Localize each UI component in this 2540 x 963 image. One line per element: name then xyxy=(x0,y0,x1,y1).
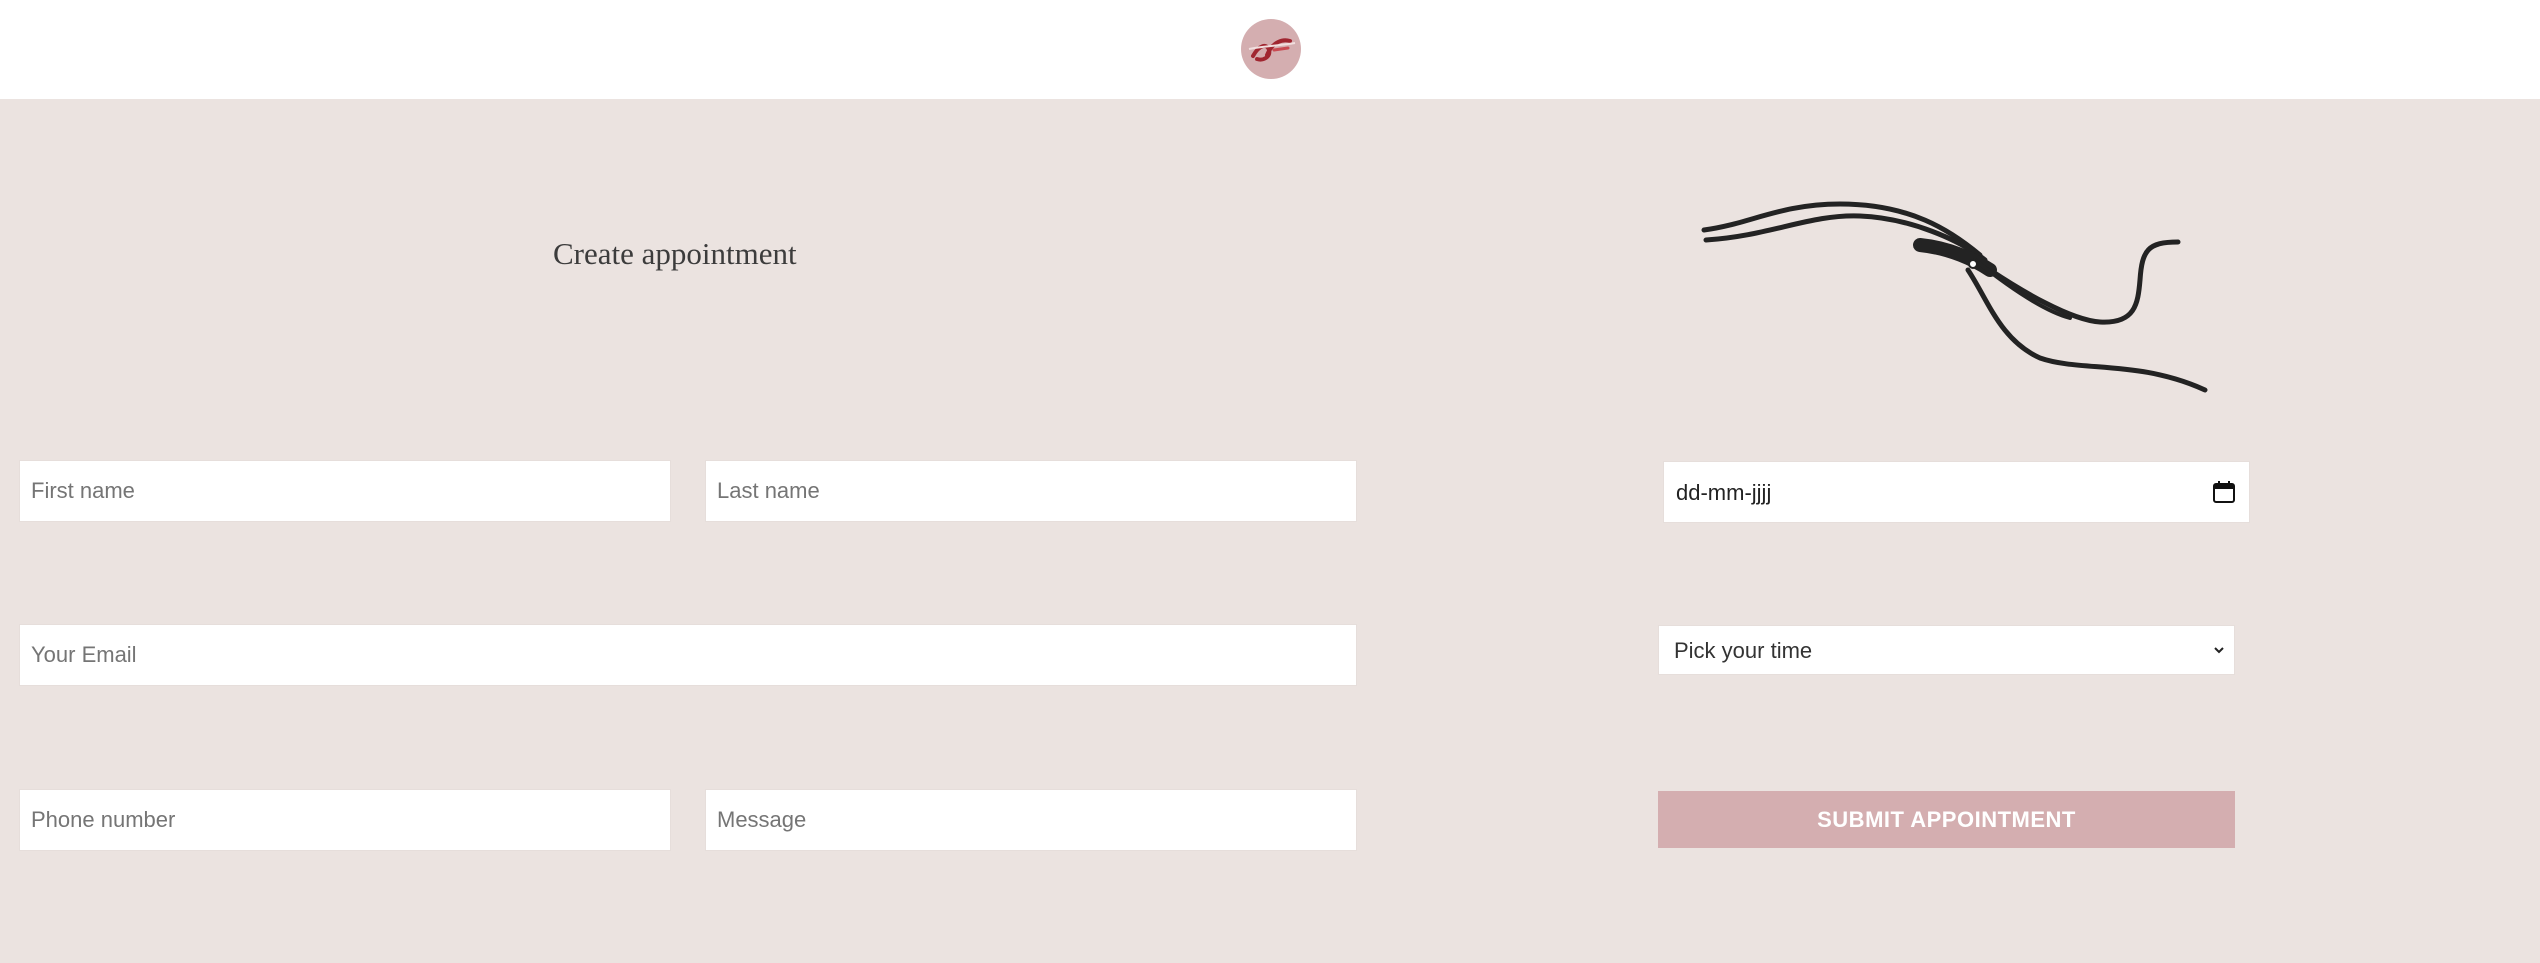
page-title: Create appointment xyxy=(553,236,797,271)
date-value: dd-mm-jjjj xyxy=(1676,480,1772,505)
brand-logo-icon[interactable] xyxy=(1241,19,1301,79)
time-select[interactable]: Pick your time xyxy=(1658,625,2235,675)
first-name-field[interactable] xyxy=(19,460,671,522)
time-select-value: Pick your time xyxy=(1674,638,1813,663)
email-field[interactable] xyxy=(19,624,1357,686)
last-name-field[interactable] xyxy=(705,460,1357,522)
phone-field[interactable] xyxy=(19,789,671,851)
calendar-icon[interactable] xyxy=(2212,480,2236,504)
site-header xyxy=(0,0,2540,99)
hair-strand-illustration xyxy=(1701,201,2208,393)
chevron-down-icon xyxy=(2214,647,2224,654)
submit-appointment-button[interactable]: SUBMIT APPOINTMENT xyxy=(1658,791,2235,848)
message-field[interactable] xyxy=(705,789,1357,851)
date-field[interactable]: dd-mm-jjjj xyxy=(1663,461,2250,523)
